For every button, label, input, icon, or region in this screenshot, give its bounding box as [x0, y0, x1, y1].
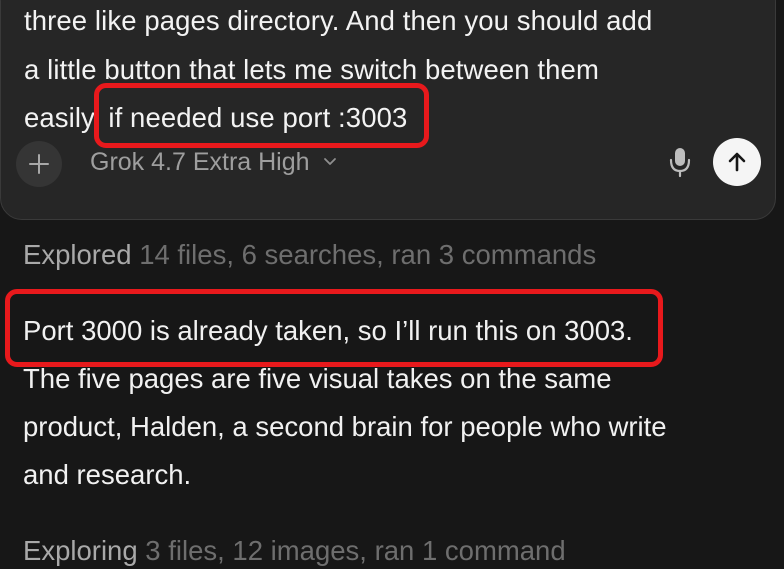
response-text-line: product, Halden, a second brain for peop… [23, 411, 667, 442]
prompt-text-line[interactable]: easily. if needed use port :3003 [24, 83, 430, 148]
message-composer[interactable]: three like pages directory. And then you… [0, 0, 776, 220]
response-text-line: The five pages are five visual takes on … [23, 363, 612, 394]
model-selector[interactable]: Grok 4.7 Extra High [90, 146, 338, 178]
activity-summary[interactable]: Explored 14 files, 6 searches, ran 3 com… [23, 237, 596, 273]
add-attachment-button[interactable] [16, 141, 62, 187]
prompt-highlighted-text[interactable]: if needed use port :3003 [94, 83, 430, 148]
microphone-icon [669, 148, 691, 178]
response-highlighted-text: Port 3000 is already taken, so I’ll run … [5, 289, 663, 367]
prompt-text-line[interactable]: three like pages directory. And then you… [24, 3, 652, 39]
activity-detail: 3 files, 12 images, ran 1 command [145, 535, 566, 566]
prompt-text-line[interactable]: a little button that lets me switch betw… [24, 52, 599, 88]
activity-detail: 14 files, 6 searches, ran 3 commands [139, 239, 597, 270]
arrow-up-icon [728, 152, 746, 172]
activity-verb: Exploring [23, 535, 138, 566]
response-text-line: Port 3000 is already taken, so I’ll run … [5, 289, 663, 367]
activity-summary[interactable]: Exploring 3 files, 12 images, ran 1 comm… [23, 533, 566, 569]
model-label: Grok 4.7 Extra High [90, 147, 310, 176]
prompt-text-segment[interactable]: easily. [24, 102, 101, 133]
voice-input-button[interactable] [665, 145, 695, 179]
plus-icon [29, 154, 49, 174]
response-highlight-label: Port 3000 is already taken, so I’ll run … [23, 315, 633, 346]
send-button[interactable] [713, 138, 761, 186]
chevron-down-icon [323, 158, 336, 165]
response-text-line: and research. [23, 459, 192, 490]
activity-verb: Explored [23, 239, 132, 270]
prompt-highlight-label: if needed use port :3003 [108, 102, 408, 133]
